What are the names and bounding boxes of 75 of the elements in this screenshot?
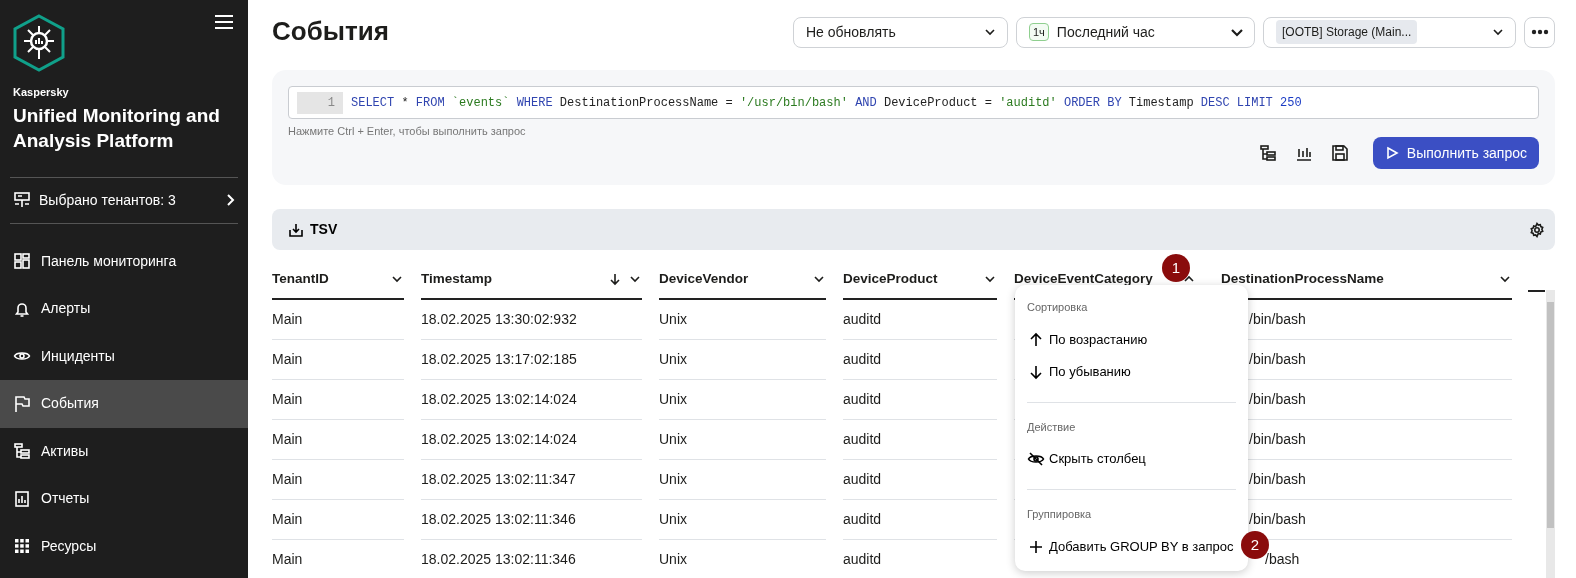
table-cell: Unix: [659, 420, 826, 460]
table-cell: Main: [272, 380, 404, 420]
settings-icon[interactable]: [1529, 221, 1545, 238]
table-cell: auditd: [843, 300, 997, 340]
table-cell: 18.02.2025 13:02:11:346: [421, 500, 642, 540]
nav-item[interactable]: Алерты: [0, 285, 248, 333]
table-cell: 18.02.2025 13:17:02:185: [421, 340, 642, 380]
table-cell: auditd: [843, 500, 997, 540]
column-header[interactable]: TenantID: [272, 260, 404, 300]
nav-item[interactable]: Отчеты: [0, 475, 248, 523]
menu-heading: Группировка: [1027, 507, 1093, 522]
table-cell: Main: [272, 420, 404, 460]
table-cell: Unix: [659, 540, 826, 578]
nav-item[interactable]: Ресурсы: [0, 522, 248, 570]
menu-heading: Действие: [1027, 419, 1077, 435]
menu-heading: Сортировка: [1027, 300, 1089, 315]
storage-select[interactable]: [OOTB] Storage (Main...: [1263, 16, 1516, 48]
table-cell: Unix: [659, 500, 826, 540]
save-icon[interactable]: [1330, 144, 1349, 162]
table-cell: Main: [272, 300, 404, 340]
storage-chip: [OOTB] Storage (Main...: [1276, 20, 1418, 44]
table-cell: auditd: [843, 420, 997, 460]
flag-icon: [13, 394, 31, 413]
table-cell: auditd: [843, 380, 997, 420]
page-title: События: [272, 16, 390, 48]
tree-icon[interactable]: [1258, 144, 1277, 162]
table-cell: Unix: [659, 300, 826, 340]
table-cell: Main: [272, 340, 404, 380]
menu-icon[interactable]: [214, 14, 234, 30]
tree-icon: [13, 442, 31, 461]
query-text: SELECT * FROM `events` WHERE DestinationProcessName = '/usr/bin/bash' AND DeviceProduct = 'auditd' ORDER BY Timestamp DESC LIMIT 250: [351, 94, 1302, 112]
line-number: 1: [297, 91, 343, 114]
table-cell: Main: [272, 540, 404, 578]
nav-item[interactable]: Активы: [0, 427, 248, 475]
nav-item[interactable]: События: [0, 380, 248, 428]
column-header[interactable]: DeviceProduct: [843, 260, 997, 300]
eye-off-icon: [1027, 450, 1045, 468]
query-editor[interactable]: 1 SELECT * FROM `events` WHERE DestinationProcessName = '/usr/bin/bash' AND DeviceProduct = 'auditd' ORDER BY Timestamp DESC LIMIT 250: [288, 86, 1539, 119]
tenants-icon: [13, 191, 31, 209]
nav-item[interactable]: Инциденты: [0, 332, 248, 380]
table-cell: 18.02.2025 13:02:11:347: [421, 460, 642, 500]
table-cell: Main: [272, 500, 404, 540]
table-cell: 18.02.2025 13:02:14:024: [421, 380, 642, 420]
table-cell: Unix: [659, 460, 826, 500]
brand-name: Kaspersky: [12, 85, 70, 100]
table-cell: 18.02.2025 13:02:11:346: [421, 540, 642, 578]
report-icon: [13, 489, 31, 508]
table-cell: Unix: [659, 340, 826, 380]
column-header[interactable]: DeviceVendor: [659, 260, 826, 300]
table-cell: Main: [272, 460, 404, 500]
table-cell: Unix: [659, 380, 826, 420]
chevron-right-icon: [225, 193, 235, 207]
column-header[interactable]: Timestamp: [421, 260, 642, 300]
table-cell: 18.02.2025 13:30:02:932: [421, 300, 642, 340]
play-icon: [1384, 146, 1399, 160]
download-icon: [288, 221, 304, 238]
table-cell: auditd: [843, 540, 997, 578]
logo-icon: [12, 14, 66, 72]
tenant-selector[interactable]: Выбрано тенантов: 3: [0, 177, 248, 223]
product-name: Unified Monitoring and Analysis Platform: [12, 103, 221, 153]
period-badge: 1ч: [1029, 22, 1049, 42]
export-button[interactable]: TSV: [288, 219, 338, 240]
period-select[interactable]: 1ч Последний час: [1016, 16, 1255, 48]
nav-item[interactable]: Панель мониторинга: [0, 237, 248, 285]
hint-text: Нажмите Ctrl + Enter, чтобы выполнить запрос: [288, 124, 526, 139]
table-cell: auditd: [843, 460, 997, 500]
refresh-select[interactable]: Не обновлять: [793, 16, 1008, 48]
more-icon: [1530, 29, 1549, 35]
dashboard-icon: [13, 252, 31, 271]
grid-icon: [13, 537, 31, 556]
table-cell: 18.02.2025 13:02:14:024: [421, 420, 642, 460]
callout-marker: 1: [1162, 254, 1190, 282]
run-query-button[interactable]: Выполнить запрос: [1372, 137, 1539, 169]
more-button[interactable]: [1524, 16, 1555, 48]
table-cell: auditd: [843, 340, 997, 380]
